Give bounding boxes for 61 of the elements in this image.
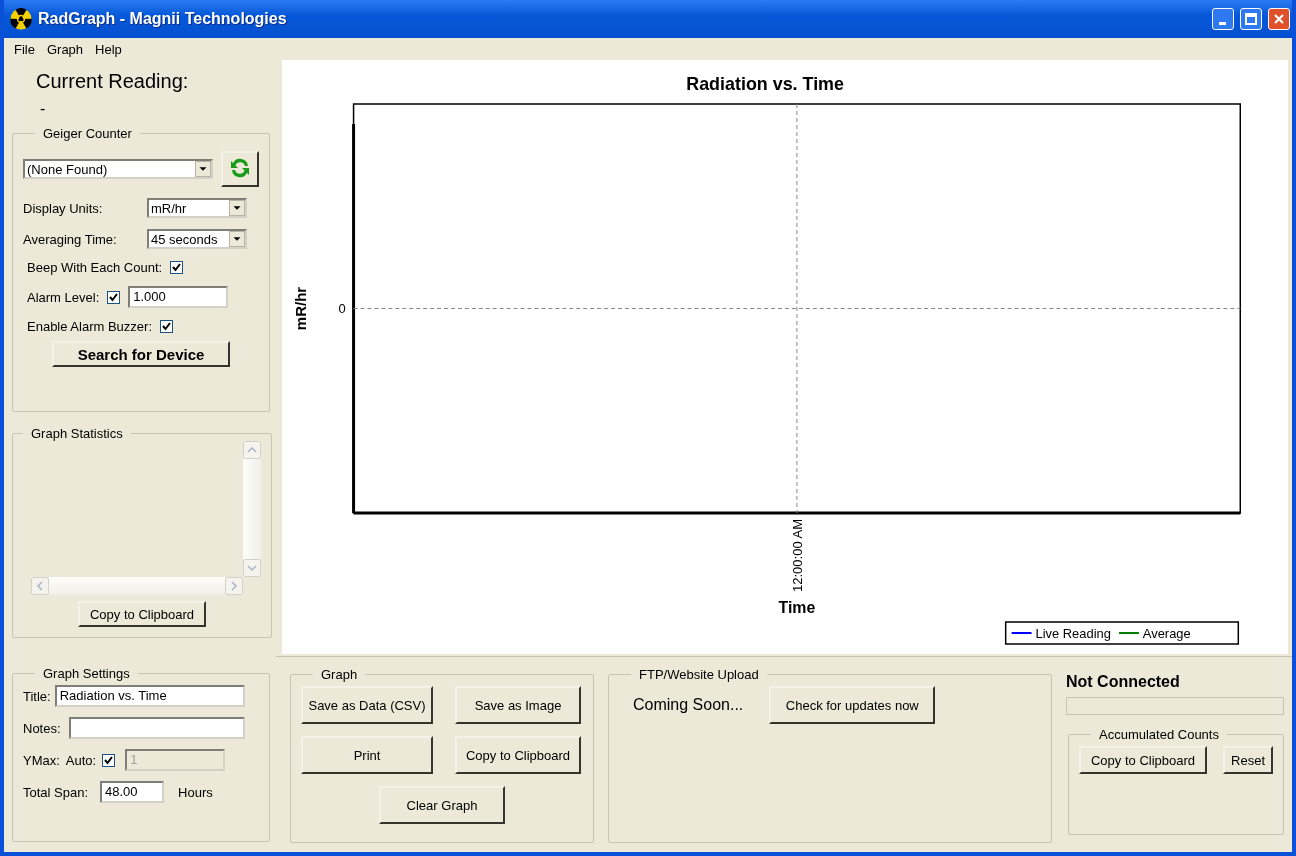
checkbox[interactable] bbox=[170, 261, 184, 274]
action-button[interactable]: Clear Graph bbox=[379, 786, 505, 824]
reading-label: Current Reading: bbox=[35, 69, 190, 94]
field-label: Averaging Time: bbox=[23, 231, 117, 247]
group-title: Graph Statistics bbox=[30, 426, 124, 441]
refresh-button[interactable] bbox=[221, 151, 259, 187]
chart-title: Radiation vs. Time bbox=[686, 73, 844, 94]
axis-tick-label: 0 bbox=[338, 301, 346, 317]
menu-item[interactable]: Graph bbox=[40, 41, 90, 57]
group-title: Graph Settings bbox=[42, 666, 131, 681]
copy-button[interactable]: Copy to Clipboard bbox=[1079, 746, 1207, 774]
legend-label: Average bbox=[1142, 625, 1191, 641]
field-label: Title: bbox=[23, 688, 51, 704]
menu-item[interactable]: Help bbox=[89, 41, 128, 57]
radiation-icon bbox=[10, 8, 32, 30]
axis-tick-label: 12:00:00 AM bbox=[789, 519, 805, 592]
legend-label: Live Reading bbox=[1035, 625, 1111, 641]
reading-value: - bbox=[39, 99, 47, 119]
axis-title: mR/hr bbox=[291, 286, 309, 331]
group-title: Accumulated Counts bbox=[1098, 727, 1220, 742]
dropdown[interactable]: mR/hr bbox=[147, 198, 247, 218]
close-button[interactable] bbox=[1268, 8, 1290, 30]
checkbox-label: Alarm Level: bbox=[27, 289, 100, 305]
input-field[interactable]: 48.00 bbox=[100, 781, 165, 803]
maximize-button[interactable] bbox=[1240, 8, 1262, 30]
input-field[interactable] bbox=[68, 717, 245, 739]
unit-label: Hours bbox=[178, 784, 213, 800]
action-button[interactable]: Save as Image bbox=[455, 686, 581, 724]
connection-status: Not Connected bbox=[1066, 672, 1181, 691]
axis-title: Time bbox=[778, 598, 816, 616]
checkbox-label: Auto: bbox=[65, 752, 97, 768]
minimize-button[interactable] bbox=[1212, 8, 1234, 30]
input-field[interactable]: Radiation vs. Time bbox=[54, 685, 245, 707]
close-icon bbox=[1273, 13, 1285, 25]
checkbox[interactable] bbox=[102, 753, 116, 767]
minimize-icon bbox=[1218, 21, 1226, 25]
check-updates-button[interactable]: Check for updates now bbox=[769, 686, 936, 724]
field-label: YMax: bbox=[23, 752, 60, 768]
status-message: Coming Soon... bbox=[633, 696, 744, 714]
menu-item[interactable]: File bbox=[8, 41, 41, 57]
reset-button[interactable]: Reset bbox=[1223, 746, 1273, 774]
group-title: Geiger Counter bbox=[42, 126, 133, 141]
action-button[interactable]: Print bbox=[301, 736, 433, 774]
checkbox-label: Beep With Each Count: bbox=[27, 260, 163, 275]
field-label: Display Units: bbox=[23, 200, 103, 216]
maximize-icon bbox=[1245, 13, 1257, 25]
group-title: Graph bbox=[320, 667, 359, 682]
checkbox[interactable] bbox=[107, 290, 121, 304]
checkbox[interactable] bbox=[160, 320, 173, 333]
dropdown[interactable]: (None Found) bbox=[23, 159, 213, 179]
checkbox-label: Enable Alarm Buzzer: bbox=[27, 319, 152, 334]
search-device-button[interactable]: Search for Device bbox=[52, 341, 230, 367]
action-button[interactable]: Copy to Clipboard bbox=[455, 736, 581, 774]
field-label: Total Span: bbox=[23, 784, 89, 800]
dropdown[interactable]: 45 seconds bbox=[147, 229, 247, 249]
input-field[interactable]: 1.000 bbox=[128, 286, 229, 308]
field-label: Notes: bbox=[23, 720, 61, 736]
window-title: RadGraph - Magnii Technologies bbox=[38, 10, 288, 28]
copy-button[interactable]: Copy to Clipboard bbox=[78, 601, 206, 627]
action-button[interactable]: Save as Data (CSV) bbox=[301, 686, 433, 724]
group-title: FTP/Website Upload bbox=[638, 667, 760, 682]
